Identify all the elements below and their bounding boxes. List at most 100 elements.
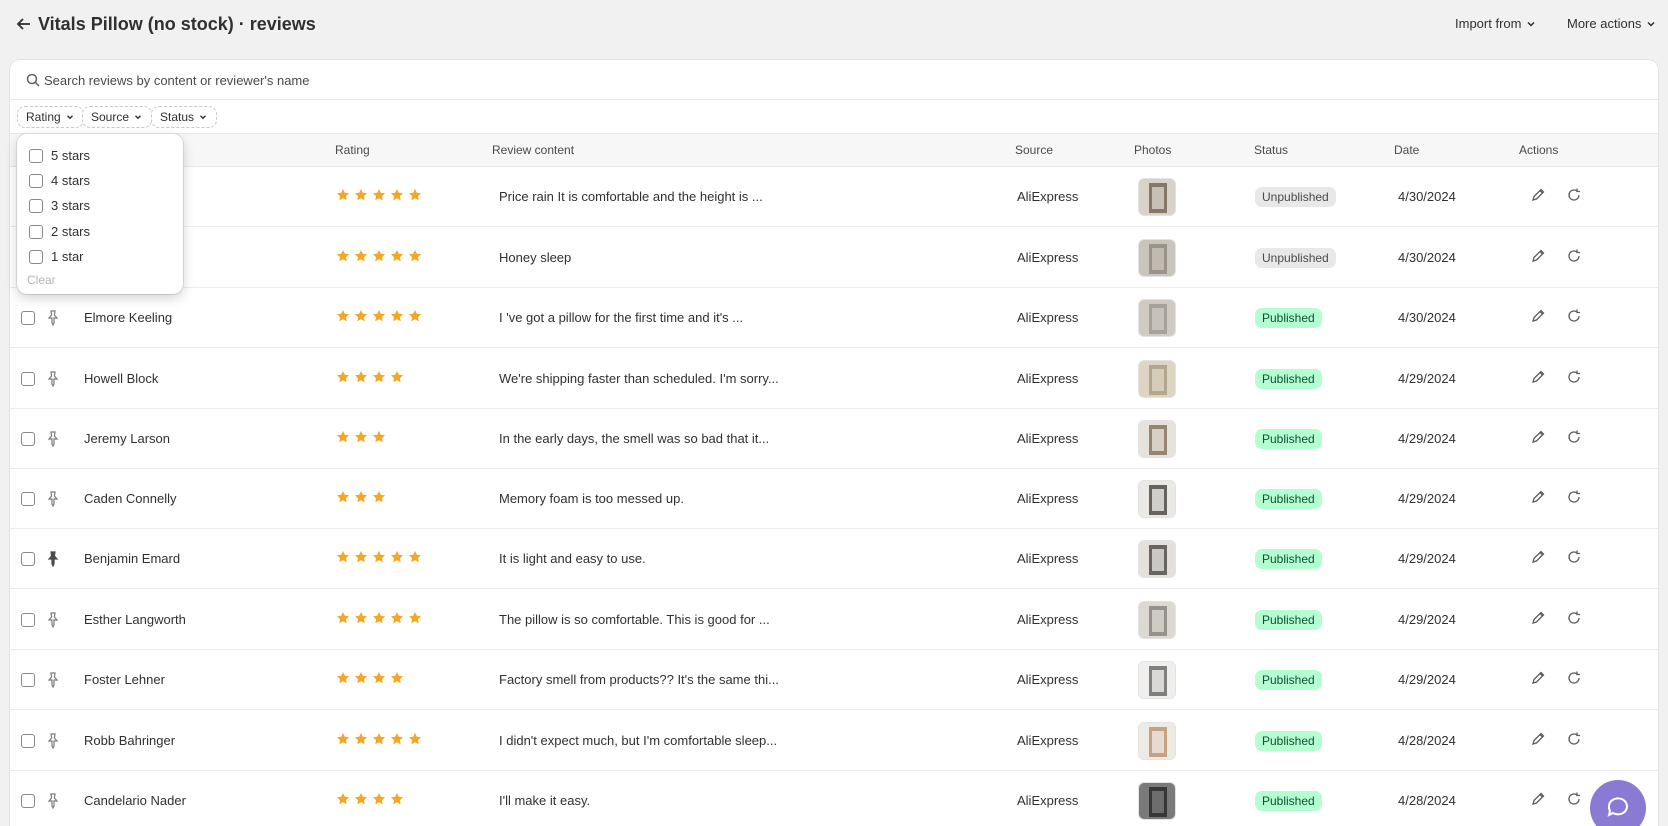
edit-pencil-icon[interactable] [1530, 369, 1546, 385]
clear-filter-button[interactable]: Clear [27, 273, 56, 287]
edit-pencil-icon[interactable] [1530, 429, 1546, 445]
rating-option-1[interactable]: 1 star [29, 249, 84, 264]
pin-icon[interactable] [46, 672, 60, 688]
review-content[interactable]: Price rain It is comfortable and the hei… [499, 189, 763, 204]
review-content[interactable]: I'll make it easy. [499, 793, 590, 808]
review-content[interactable]: Memory foam is too messed up. [499, 491, 684, 506]
review-photo[interactable] [1138, 782, 1176, 820]
review-photo[interactable] [1138, 299, 1176, 337]
row-checkbox[interactable] [21, 492, 35, 506]
refresh-icon[interactable] [1566, 369, 1582, 385]
review-photo[interactable] [1138, 540, 1176, 578]
review-photo[interactable] [1138, 661, 1176, 699]
refresh-icon[interactable] [1566, 489, 1582, 505]
column-header-rating[interactable]: Rating [335, 143, 370, 157]
edit-pencil-icon[interactable] [1530, 549, 1546, 565]
review-photo[interactable] [1138, 601, 1176, 639]
pin-icon[interactable] [46, 310, 60, 326]
status-badge: Published [1255, 610, 1322, 630]
row-checkbox[interactable] [21, 311, 35, 325]
more-actions-button[interactable]: More actions [1567, 16, 1657, 31]
checkbox[interactable] [29, 173, 43, 188]
pin-icon[interactable] [46, 371, 60, 387]
rating-option-3[interactable]: 3 stars [29, 198, 90, 213]
rating-option-5[interactable]: 5 stars [29, 148, 90, 163]
refresh-icon[interactable] [1566, 670, 1582, 686]
table-row[interactable]: Elmore Keeling I 've got a pillow for th… [10, 288, 1658, 348]
refresh-icon[interactable] [1566, 429, 1582, 445]
row-checkbox[interactable] [21, 734, 35, 748]
row-checkbox[interactable] [21, 613, 35, 627]
pin-icon[interactable] [46, 793, 60, 809]
review-content[interactable]: Honey sleep [499, 250, 571, 265]
pin-icon[interactable] [46, 551, 60, 567]
pin-icon[interactable] [46, 431, 60, 447]
row-checkbox[interactable] [21, 432, 35, 446]
rating-option-2[interactable]: 2 stars [29, 224, 90, 239]
edit-pencil-icon[interactable] [1530, 670, 1546, 686]
review-photo[interactable] [1138, 420, 1176, 458]
pin-icon[interactable] [46, 491, 60, 507]
table-row[interactable]: Jeremy Larson In the early days, the sme… [10, 409, 1658, 469]
refresh-icon[interactable] [1566, 549, 1582, 565]
checkbox[interactable] [29, 249, 43, 264]
checkbox[interactable] [29, 148, 43, 163]
review-content[interactable]: The pillow is so comfortable. This is go… [499, 612, 770, 627]
edit-pencil-icon[interactable] [1530, 731, 1546, 747]
edit-pencil-icon[interactable] [1530, 610, 1546, 626]
chevron-down-icon [1647, 21, 1655, 27]
star-icon [373, 672, 385, 684]
review-photo[interactable] [1138, 239, 1176, 277]
edit-pencil-icon[interactable] [1530, 489, 1546, 505]
review-photo[interactable] [1138, 360, 1176, 398]
page-header: Vitals Pillow (no stock) · reviews Impor… [0, 0, 1668, 52]
row-checkbox[interactable] [21, 372, 35, 386]
review-photo[interactable] [1138, 178, 1176, 216]
refresh-icon[interactable] [1566, 791, 1582, 807]
review-content[interactable]: I didn't expect much, but I'm comfortabl… [499, 733, 777, 748]
row-checkbox[interactable] [21, 552, 35, 566]
table-row[interactable]: Candelario Nader I'll make it easy. AliE… [10, 771, 1658, 826]
edit-pencil-icon[interactable] [1530, 248, 1546, 264]
refresh-icon[interactable] [1566, 731, 1582, 747]
table-row[interactable]: Honey sleep AliExpress Unpublished 4/30/… [10, 228, 1658, 288]
back-arrow-icon[interactable] [14, 14, 34, 34]
table-row[interactable]: Caden Connelly Memory foam is too messed… [10, 469, 1658, 529]
star-icon [391, 250, 403, 262]
table-row[interactable]: Esther Langworth The pillow is so comfor… [10, 590, 1658, 650]
review-content[interactable]: Factory smell from products?? It's the s… [499, 672, 779, 687]
checkbox[interactable] [29, 198, 43, 213]
checkbox[interactable] [29, 224, 43, 239]
pin-icon[interactable] [46, 612, 60, 628]
table-row[interactable]: Howell Block We're shipping faster than … [10, 349, 1658, 409]
search-input[interactable] [44, 66, 1624, 94]
star-icon [373, 431, 385, 443]
table-row[interactable]: Benjamin Emard It is light and easy to u… [10, 529, 1658, 589]
table-row[interactable]: Foster Lehner Factory smell from product… [10, 650, 1658, 710]
review-photo[interactable] [1138, 722, 1176, 760]
source-filter-chip[interactable]: Source [82, 106, 153, 128]
table-row[interactable]: Price rain It is comfortable and the hei… [10, 167, 1658, 227]
refresh-icon[interactable] [1566, 248, 1582, 264]
edit-pencil-icon[interactable] [1530, 308, 1546, 324]
table-row[interactable]: Robb Bahringer I didn't expect much, but… [10, 711, 1658, 771]
review-content[interactable]: In the early days, the smell was so bad … [499, 431, 769, 446]
import-from-button[interactable]: Import from [1455, 16, 1537, 31]
review-content[interactable]: It is light and easy to use. [499, 551, 646, 566]
refresh-icon[interactable] [1566, 610, 1582, 626]
review-photo[interactable] [1138, 480, 1176, 518]
edit-pencil-icon[interactable] [1530, 791, 1546, 807]
row-checkbox[interactable] [21, 673, 35, 687]
refresh-icon[interactable] [1566, 187, 1582, 203]
rating-filter-chip[interactable]: Rating [17, 106, 84, 128]
status-badge: Unpublished [1255, 248, 1336, 268]
row-checkbox[interactable] [21, 794, 35, 808]
status-filter-chip[interactable]: Status [151, 106, 218, 128]
rating-option-4[interactable]: 4 stars [29, 173, 90, 188]
review-content[interactable]: I 've got a pillow for the first time an… [499, 310, 743, 325]
refresh-icon[interactable] [1566, 308, 1582, 324]
column-header-date[interactable]: Date [1394, 143, 1419, 157]
edit-pencil-icon[interactable] [1530, 187, 1546, 203]
review-content[interactable]: We're shipping faster than scheduled. I'… [499, 371, 779, 386]
pin-icon[interactable] [46, 733, 60, 749]
